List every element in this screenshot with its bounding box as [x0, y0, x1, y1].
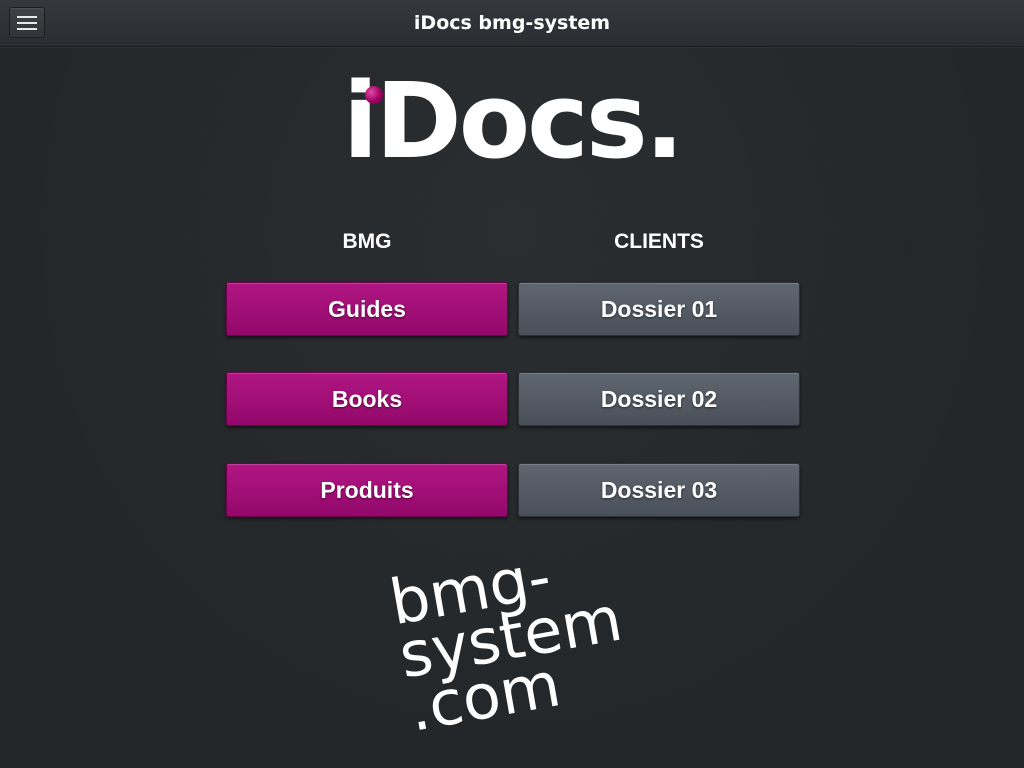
bmg-column-header: BMG [342, 230, 392, 253]
bmg-system-site-logo: bmg- system .com [384, 536, 654, 755]
guides-button[interactable]: Guides [226, 282, 508, 336]
logo-dot-icon [365, 86, 383, 104]
books-button[interactable]: Books [226, 372, 508, 426]
produits-button[interactable]: Produits [226, 463, 508, 517]
top-bar: iDocs bmg-system [0, 0, 1024, 47]
dossier-02-button[interactable]: Dossier 02 [518, 372, 800, 426]
app-title: iDocs bmg-system [413, 12, 611, 34]
idocs-logo: iDocs. [0, 60, 1024, 182]
clients-column-header: CLIENTS [614, 230, 704, 253]
idocs-logo-text: iDocs. [342, 60, 684, 182]
dossier-03-button[interactable]: Dossier 03 [518, 463, 800, 517]
dossier-01-button[interactable]: Dossier 01 [518, 282, 800, 336]
